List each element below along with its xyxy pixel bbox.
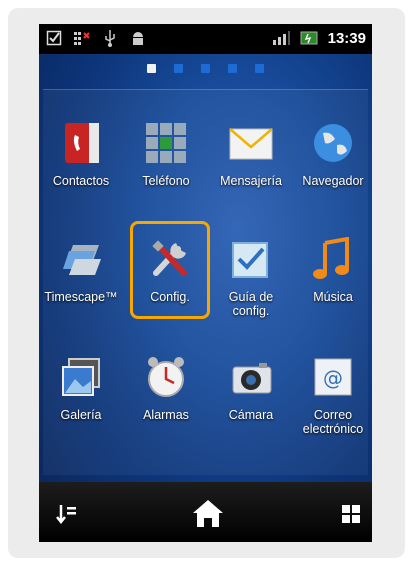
app-guia-de-config[interactable]: Guía de config.	[211, 236, 291, 336]
page-dot[interactable]	[174, 64, 183, 73]
app-camara[interactable]: Cámara	[211, 354, 291, 454]
missed-call-icon	[73, 29, 91, 47]
app-label: Teléfono	[142, 174, 190, 188]
checkbox-icon	[45, 29, 63, 47]
app-mensajeria[interactable]: Mensajería	[211, 120, 291, 220]
checkbox-icon	[228, 236, 274, 282]
app-label: Guía de config.	[228, 290, 274, 318]
phone-keypad-icon	[143, 120, 189, 166]
contacts-icon	[58, 120, 104, 166]
app-label: Timescape™	[44, 290, 118, 304]
grid-icon[interactable]	[337, 500, 365, 528]
app-musica[interactable]: Música	[293, 236, 372, 336]
globe-icon	[310, 120, 356, 166]
page-dot[interactable]	[228, 64, 237, 73]
app-correo-electronico[interactable]: @ Correo electrónico	[293, 354, 372, 454]
app-list-icon[interactable]	[53, 500, 81, 528]
app-timescape[interactable]: Timescape™	[41, 236, 121, 336]
app-navegador[interactable]: Navegador	[293, 120, 372, 220]
page-dot[interactable]	[255, 64, 264, 73]
home-icon[interactable]	[191, 496, 225, 530]
app-contactos[interactable]: Contactos	[41, 120, 121, 220]
page-dot[interactable]	[147, 64, 156, 73]
selection-highlight	[130, 221, 210, 319]
alarm-clock-icon	[143, 354, 189, 400]
app-label: Música	[313, 290, 353, 304]
app-galeria[interactable]: Galería	[41, 354, 121, 454]
status-time: 13:39	[327, 29, 366, 47]
signal-icon	[272, 29, 290, 47]
email-icon: @	[310, 354, 356, 400]
app-label: Cámara	[228, 408, 274, 422]
phone-screen: 13:39 Contactos Teléfono Mensajería Nave…	[39, 24, 372, 542]
app-label: Contactos	[52, 174, 110, 188]
envelope-icon	[228, 120, 274, 166]
svg-text:@: @	[323, 366, 343, 390]
camera-icon	[228, 354, 274, 400]
timescape-icon	[58, 236, 104, 282]
status-bar: 13:39	[39, 24, 372, 54]
battery-icon	[300, 29, 318, 47]
app-alarmas[interactable]: Alarmas	[126, 354, 206, 454]
app-telefono[interactable]: Teléfono	[126, 120, 206, 220]
android-icon	[129, 29, 147, 47]
page-dot[interactable]	[201, 64, 210, 73]
page-indicator	[39, 64, 372, 73]
app-label: Correo electrónico	[302, 408, 364, 436]
app-label: Navegador	[302, 174, 364, 188]
app-label: Alarmas	[143, 408, 189, 422]
usb-icon	[101, 29, 119, 47]
gallery-icon	[58, 354, 104, 400]
app-label: Mensajería	[220, 174, 282, 188]
music-note-icon	[310, 236, 356, 282]
app-label: Galería	[60, 408, 102, 422]
bottom-bar	[39, 482, 372, 542]
